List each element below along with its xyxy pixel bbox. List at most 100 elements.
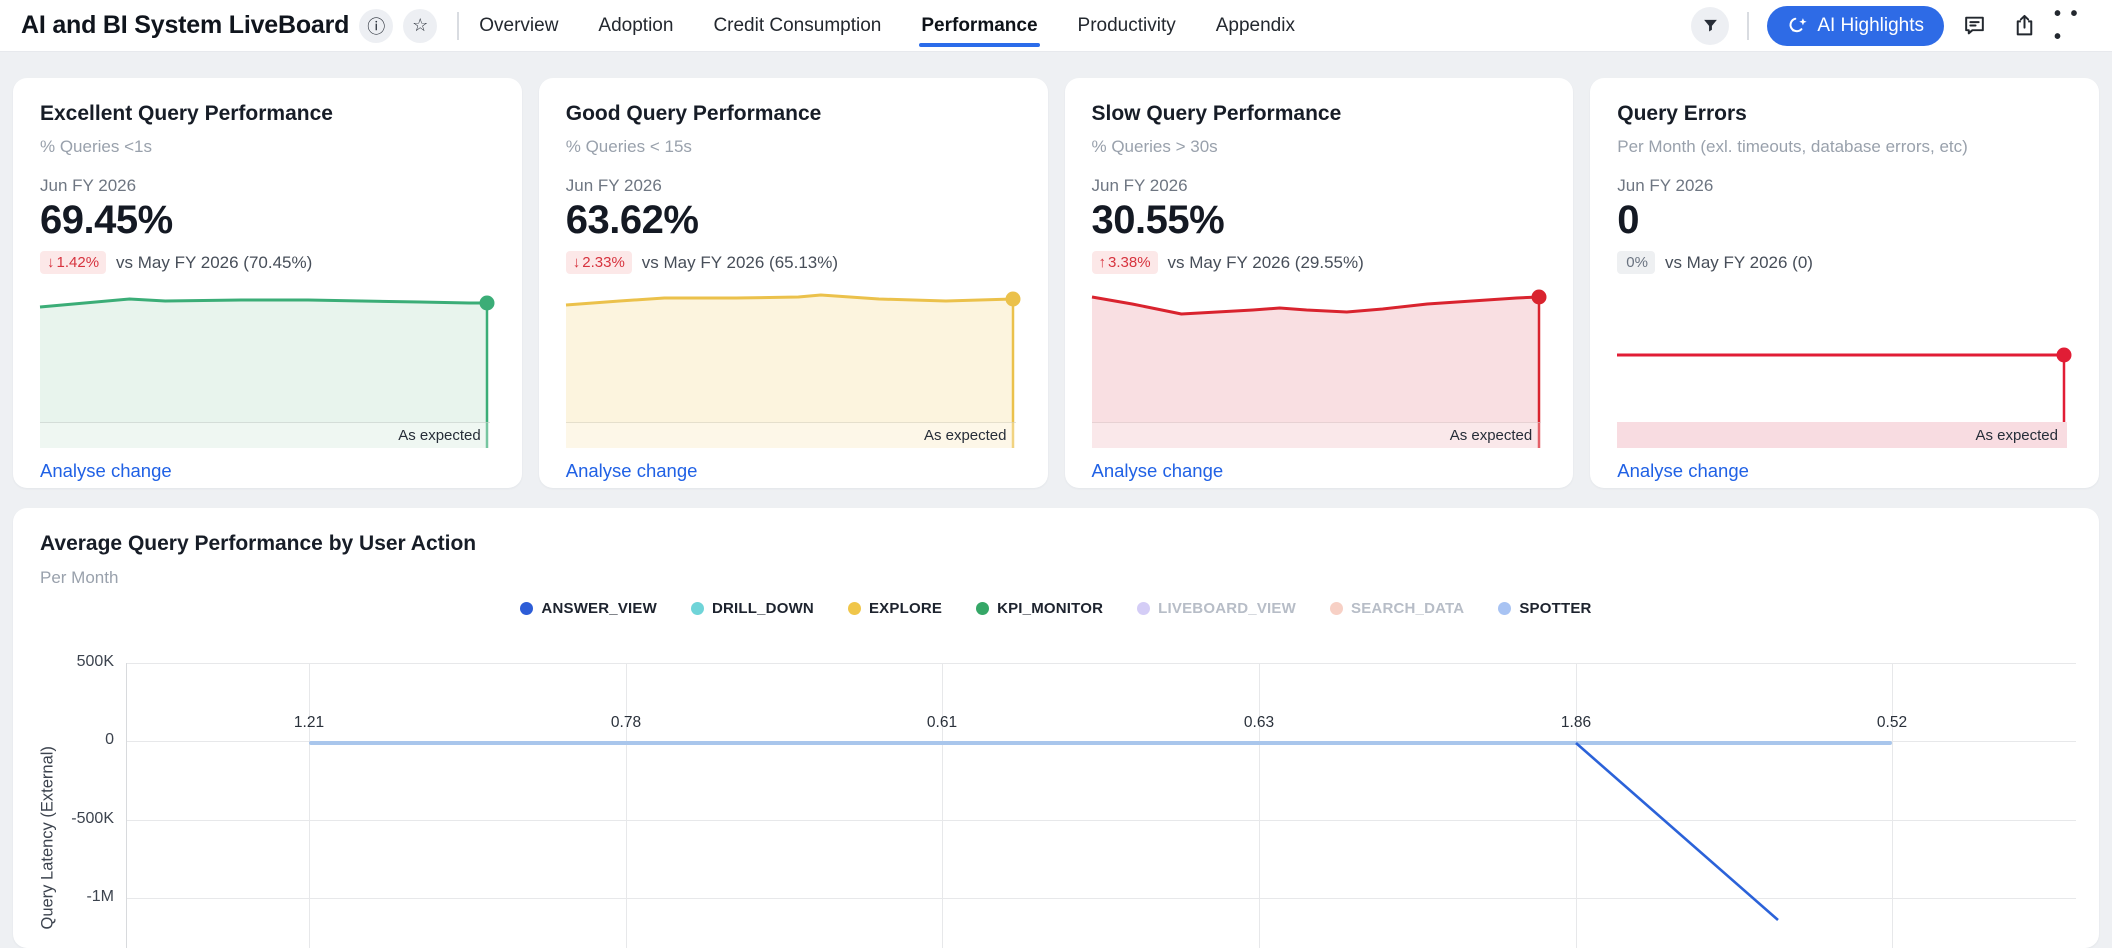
page-title: AI and BI System LiveBoard	[21, 11, 349, 40]
analyse-change-link[interactable]: Analyse change	[1092, 460, 1224, 482]
kpi-sparkline-chart[interactable]: As expected	[40, 290, 495, 448]
kpi-subtitle: % Queries < 15s	[566, 137, 1021, 157]
kpi-delta-badge: ↑3.38%	[1092, 251, 1158, 274]
kpi-delta-badge: 0%	[1617, 251, 1655, 274]
tab-appendix[interactable]: Appendix	[1216, 0, 1295, 52]
average-query-performance-panel: Average Query Performance by User Action…	[13, 508, 2099, 948]
ai-highlights-button[interactable]: AI Highlights	[1767, 6, 1944, 46]
expected-label: As expected	[924, 427, 1007, 444]
filter-icon[interactable]	[1691, 7, 1729, 45]
y-tick: 500K	[24, 653, 114, 671]
kpi-subtitle: % Queries <1s	[40, 137, 495, 157]
kpi-subtitle: % Queries > 30s	[1092, 137, 1547, 157]
speech-bubble-icon	[1962, 13, 1987, 38]
legend-item-spotter[interactable]: SPOTTER	[1498, 600, 1591, 617]
kpi-period: Jun FY 2026	[40, 176, 495, 196]
ai-highlights-label: AI Highlights	[1817, 15, 1924, 37]
kpi-card-slow-query-performance: Slow Query Performance % Queries > 30s J…	[1065, 78, 1574, 488]
kpi-comparison: vs May FY 2026 (65.13%)	[642, 253, 838, 273]
kpi-card-excellent-query-performance: Excellent Query Performance % Queries <1…	[13, 78, 522, 488]
more-options-icon[interactable]: • • •	[2054, 6, 2094, 46]
legend-item-explore[interactable]: EXPLORE	[848, 600, 942, 617]
y-tick: -500K	[24, 810, 114, 828]
series-line-flat[interactable]	[309, 741, 1892, 745]
point-label: 1.86	[1536, 714, 1616, 732]
tab-overview[interactable]: Overview	[479, 0, 558, 52]
kpi-value: 30.55%	[1092, 198, 1547, 243]
gridline-col-2	[626, 663, 627, 948]
kpi-title: Excellent Query Performance	[40, 102, 495, 126]
kpi-comparison: vs May FY 2026 (0)	[1665, 253, 1813, 273]
gridline-minus500k	[126, 820, 2076, 821]
kpi-comparison: vs May FY 2026 (29.55%)	[1168, 253, 1364, 273]
kpi-subtitle: Per Month (exl. timeouts, database error…	[1617, 137, 2072, 157]
share-arrow-icon	[2012, 13, 2037, 38]
kpi-value: 69.45%	[40, 198, 495, 243]
point-label: 1.21	[269, 714, 349, 732]
gridline-col-1	[309, 663, 310, 948]
legend-label: KPI_MONITOR	[997, 600, 1103, 617]
chart-legend: ANSWER_VIEW DRILL_DOWN EXPLORE KPI_MONITOR L…	[13, 600, 2099, 617]
kpi-title: Good Query Performance	[566, 102, 1021, 126]
analyse-change-link[interactable]: Analyse change	[40, 460, 172, 482]
kpi-delta-row: 0% vs May FY 2026 (0)	[1617, 251, 2072, 274]
kpi-value: 0	[1617, 198, 2072, 243]
legend-item-search_data[interactable]: SEARCH_DATA	[1330, 600, 1464, 617]
analyse-change-link[interactable]: Analyse change	[566, 460, 698, 482]
kpi-delta-badge: ↓2.33%	[566, 251, 632, 274]
panel-title: Average Query Performance by User Action	[40, 532, 2072, 556]
kpi-sparkline-chart[interactable]: As expected	[566, 290, 1021, 448]
y-tick: 0	[24, 731, 114, 749]
analyse-change-link[interactable]: Analyse change	[1617, 460, 1749, 482]
kpi-delta-badge: ↓1.42%	[40, 251, 106, 274]
legend-label: LIVEBOARD_VIEW	[1158, 600, 1296, 617]
kpi-delta-row: ↓1.42% vs May FY 2026 (70.45%)	[40, 251, 495, 274]
legend-item-liveboard_view[interactable]: LIVEBOARD_VIEW	[1137, 600, 1296, 617]
legend-dot	[691, 602, 704, 615]
ai-sparkle-icon	[1787, 15, 1808, 36]
funnel-icon	[1702, 17, 1719, 34]
gridline-minus1m	[126, 898, 2076, 899]
legend-item-kpi_monitor[interactable]: KPI_MONITOR	[976, 600, 1103, 617]
comments-icon[interactable]	[1954, 6, 1994, 46]
legend-dot	[1498, 602, 1511, 615]
kpi-title: Slow Query Performance	[1092, 102, 1547, 126]
delta-value: 2.33%	[582, 254, 625, 271]
expected-label: As expected	[398, 427, 481, 444]
tab-adoption[interactable]: Adoption	[598, 0, 673, 52]
delta-arrow-icon: ↓	[47, 254, 55, 271]
legend-label: EXPLORE	[869, 600, 942, 617]
panel-subtitle: Per Month	[40, 568, 2072, 588]
info-icon[interactable]: ⓘ	[359, 9, 393, 43]
divider	[1747, 12, 1749, 40]
kpi-period: Jun FY 2026	[1617, 176, 2072, 196]
tab-performance[interactable]: Performance	[921, 0, 1037, 52]
kpi-sparkline-chart[interactable]: As expected	[1617, 290, 2072, 448]
legend-label: DRILL_DOWN	[712, 600, 814, 617]
kpi-delta-row: ↑3.38% vs May FY 2026 (29.55%)	[1092, 251, 1547, 274]
point-label: 0.52	[1852, 714, 1932, 732]
point-label: 0.61	[902, 714, 982, 732]
kpi-sparkline-chart[interactable]: As expected	[1092, 290, 1547, 448]
legend-item-drill_down[interactable]: DRILL_DOWN	[691, 600, 814, 617]
favorite-star-icon[interactable]: ☆	[403, 9, 437, 43]
y-tick: -1M	[24, 888, 114, 906]
legend-dot	[1137, 602, 1150, 615]
tab-credit-consumption[interactable]: Credit Consumption	[713, 0, 881, 52]
delta-value: 0%	[1626, 254, 1648, 271]
gridline-col-4	[1259, 663, 1260, 948]
delta-arrow-icon: ↓	[573, 254, 581, 271]
expected-label: As expected	[1975, 427, 2058, 444]
legend-dot	[848, 602, 861, 615]
kpi-delta-row: ↓2.33% vs May FY 2026 (65.13%)	[566, 251, 1021, 274]
y-axis-title: Query Latency (External)	[39, 750, 58, 930]
point-label: 0.63	[1219, 714, 1299, 732]
delta-value: 1.42%	[57, 254, 100, 271]
legend-item-answer_view[interactable]: ANSWER_VIEW	[520, 600, 657, 617]
kpi-card-query-errors: Query Errors Per Month (exl. timeouts, d…	[1590, 78, 2099, 488]
tab-productivity[interactable]: Productivity	[1078, 0, 1176, 52]
share-icon[interactable]	[2004, 6, 2044, 46]
y-axis-line	[126, 663, 127, 948]
legend-dot	[1330, 602, 1343, 615]
delta-arrow-icon: ↑	[1099, 254, 1107, 271]
